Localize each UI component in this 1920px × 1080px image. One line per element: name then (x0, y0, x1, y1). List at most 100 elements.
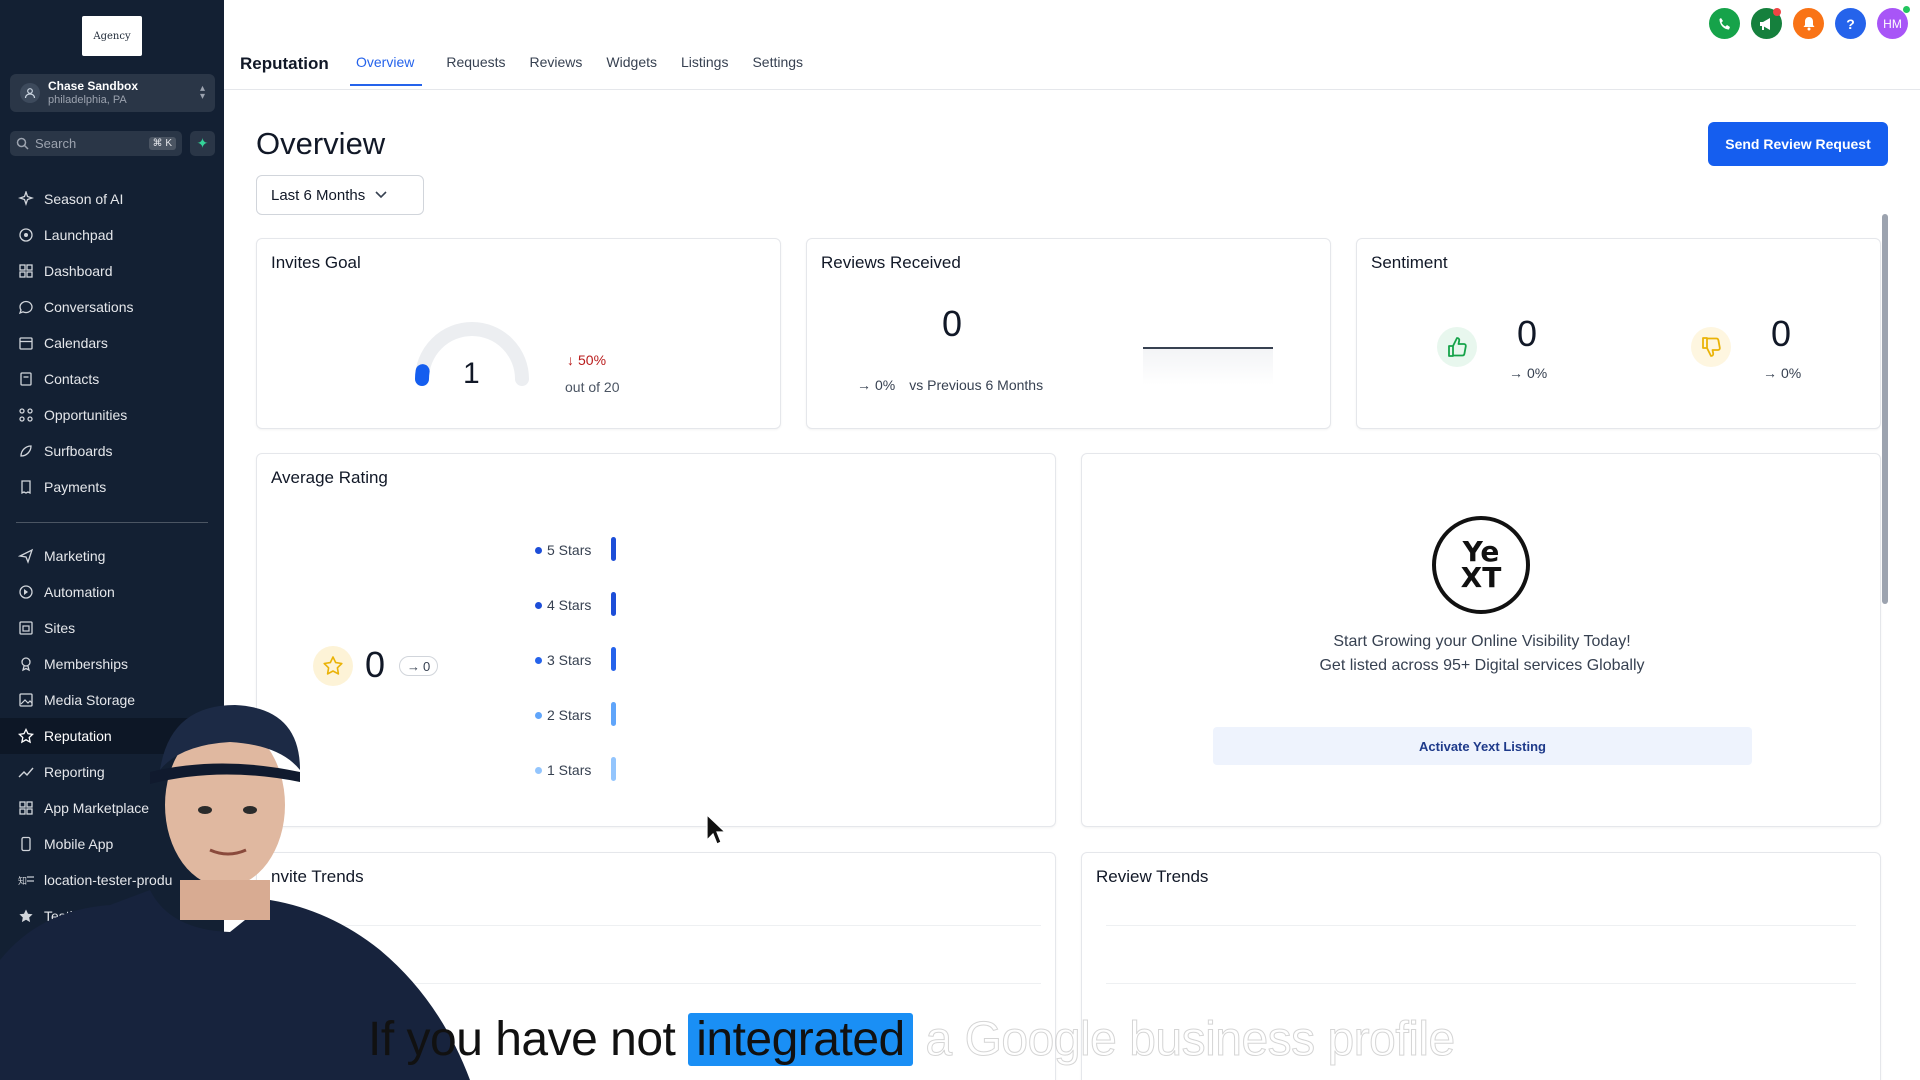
send-review-request-button[interactable]: Send Review Request (1708, 122, 1888, 166)
surfboard-icon (18, 443, 34, 459)
sentiment-title: Sentiment (1371, 253, 1448, 272)
sidebar-item-label: Opportunities (44, 407, 128, 423)
arrow-down-icon: ↓ (567, 352, 574, 368)
star-row-label: 2 Stars (547, 707, 592, 723)
ai-assistant-button[interactable]: ✦ (190, 131, 215, 156)
tab-overview[interactable]: Overview (350, 54, 423, 86)
invites-goal-title: Invites Goal (271, 253, 361, 272)
sidebar-item-calendars[interactable]: Calendars (0, 325, 224, 361)
lightning-icon: ✦ (196, 135, 209, 151)
average-rating-change-badge: → 0 (399, 656, 439, 676)
sentiment-negative-change: 0% (1781, 365, 1802, 381)
user-avatar[interactable]: HM (1877, 6, 1910, 39)
chat-icon (18, 299, 34, 315)
sidebar-item-surfboards[interactable]: Surfboards (0, 433, 224, 469)
sidebar-item-dashboard[interactable]: Dashboard (0, 253, 224, 289)
sidebar-item-contacts[interactable]: Contacts (0, 361, 224, 397)
sites-icon (18, 620, 34, 636)
yext-line-2: Get listed across 95+ Digital services G… (1319, 657, 1645, 674)
star-row-bar (611, 537, 616, 561)
rocket-icon (18, 227, 34, 243)
sidebar-item-automation[interactable]: Automation (0, 574, 224, 610)
sidebar-item-label: Conversations (44, 299, 134, 315)
help-button[interactable]: ? (1835, 8, 1866, 39)
reviews-received-card: Reviews Received 0 → 0% vs Previous 6 Mo… (806, 238, 1331, 429)
agency-logo[interactable]: Agency (82, 16, 142, 56)
invites-goal-card: Invites Goal 1 ↓ 50% out of 20 (256, 238, 781, 429)
star-row-label: 3 Stars (547, 652, 592, 668)
top-bar: Reputation Overview Requests Reviews Wid… (224, 0, 1920, 90)
reviews-sparkline-area (1143, 349, 1273, 385)
reviews-received-title: Reviews Received (821, 253, 961, 272)
star-legend-dot (535, 602, 542, 609)
sparkle-icon (18, 191, 34, 207)
sidebar-item-memberships[interactable]: Memberships (0, 646, 224, 682)
sidebar-item-label: Automation (44, 584, 115, 600)
sidebar-item-payments[interactable]: Payments (0, 469, 224, 505)
search-icon (16, 137, 29, 150)
gridline (1106, 983, 1856, 984)
average-rating-value: 0 (365, 644, 386, 685)
arrow-right-icon: → (407, 658, 420, 674)
star-row-label: 5 Stars (547, 542, 592, 558)
star-icon (313, 646, 353, 686)
grid-icon (18, 263, 34, 279)
sidebar-item-marketing[interactable]: Marketing (0, 538, 224, 574)
account-switcher[interactable]: Chase Sandbox philadelphia, PA ▴ ▾ (10, 74, 215, 112)
sidebar-item-opportunities[interactable]: Opportunities (0, 397, 224, 433)
sidebar-item-label: Dashboard (44, 263, 113, 279)
sidebar-item-label: Surfboards (44, 443, 113, 459)
tab-bar: Overview Requests Reviews Widgets Listin… (350, 54, 827, 86)
caption-highlight: integrated (688, 1013, 913, 1066)
tab-listings[interactable]: Listings (681, 54, 728, 86)
tab-widgets[interactable]: Widgets (606, 54, 657, 86)
bell-icon (1803, 17, 1814, 31)
tab-settings[interactable]: Settings (752, 54, 803, 86)
sidebar-item-launchpad[interactable]: Launchpad (0, 217, 224, 253)
yext-line-1: Start Growing your Online Visibility Tod… (1333, 633, 1631, 650)
reviews-received-change: 0% (875, 377, 896, 393)
sidebar-item-sites[interactable]: Sites (0, 610, 224, 646)
tab-reviews[interactable]: Reviews (530, 54, 583, 86)
star-legend-dot (535, 657, 542, 664)
sidebar-nav-primary: Season of AI Launchpad Dashboard Conversati… (0, 181, 224, 505)
gridline (1106, 925, 1856, 926)
search-shortcut: ⌘ K (148, 137, 176, 150)
sidebar-item-label: Launchpad (44, 227, 114, 243)
megaphone-icon (1759, 17, 1770, 30)
sidebar-item-label: Calendars (44, 335, 108, 351)
star-legend-dot (535, 712, 542, 719)
invites-goal-value: 1 (463, 357, 480, 390)
invites-goal-change: 50% (578, 352, 607, 368)
online-status-dot (1903, 6, 1910, 13)
help-icon: ? (1846, 15, 1855, 32)
announcements-button[interactable] (1751, 8, 1782, 39)
receipt-icon (18, 479, 34, 495)
sentiment-positive-change: 0% (1527, 365, 1548, 381)
search-placeholder: Search (35, 136, 77, 151)
review-trends-title: Review Trends (1096, 867, 1209, 886)
caption-part-1: If you have not (368, 1013, 689, 1066)
average-rating-change: 0 (423, 658, 431, 674)
contacts-icon (18, 371, 34, 387)
automation-icon (18, 584, 34, 600)
chevron-updown-icon: ▴ ▾ (199, 83, 205, 102)
invites-goal-out-of: out of 20 (565, 379, 620, 395)
main-scrollbar[interactable] (1882, 214, 1888, 604)
phone-button[interactable] (1709, 8, 1740, 39)
chevron-down-icon (375, 191, 387, 199)
star-legend-dot (535, 547, 542, 554)
average-rating-title: Average Rating (271, 468, 388, 487)
logo-text: Agency (93, 30, 131, 42)
sidebar-item-conversations[interactable]: Conversations (0, 289, 224, 325)
star-row-bar (611, 702, 616, 726)
sidebar-item-season-of-ai[interactable]: Season of AI (0, 181, 224, 217)
reviews-received-comparison: vs Previous 6 Months (909, 377, 1044, 393)
notifications-button[interactable] (1793, 8, 1824, 39)
date-range-value: Last 6 Months (271, 186, 366, 204)
date-range-select[interactable]: Last 6 Months (256, 175, 424, 215)
search-input[interactable]: Search ⌘ K (10, 131, 182, 156)
tab-requests[interactable]: Requests (446, 54, 505, 86)
activate-yext-button[interactable]: Activate Yext Listing (1213, 727, 1752, 765)
star-row-bar (611, 592, 616, 616)
